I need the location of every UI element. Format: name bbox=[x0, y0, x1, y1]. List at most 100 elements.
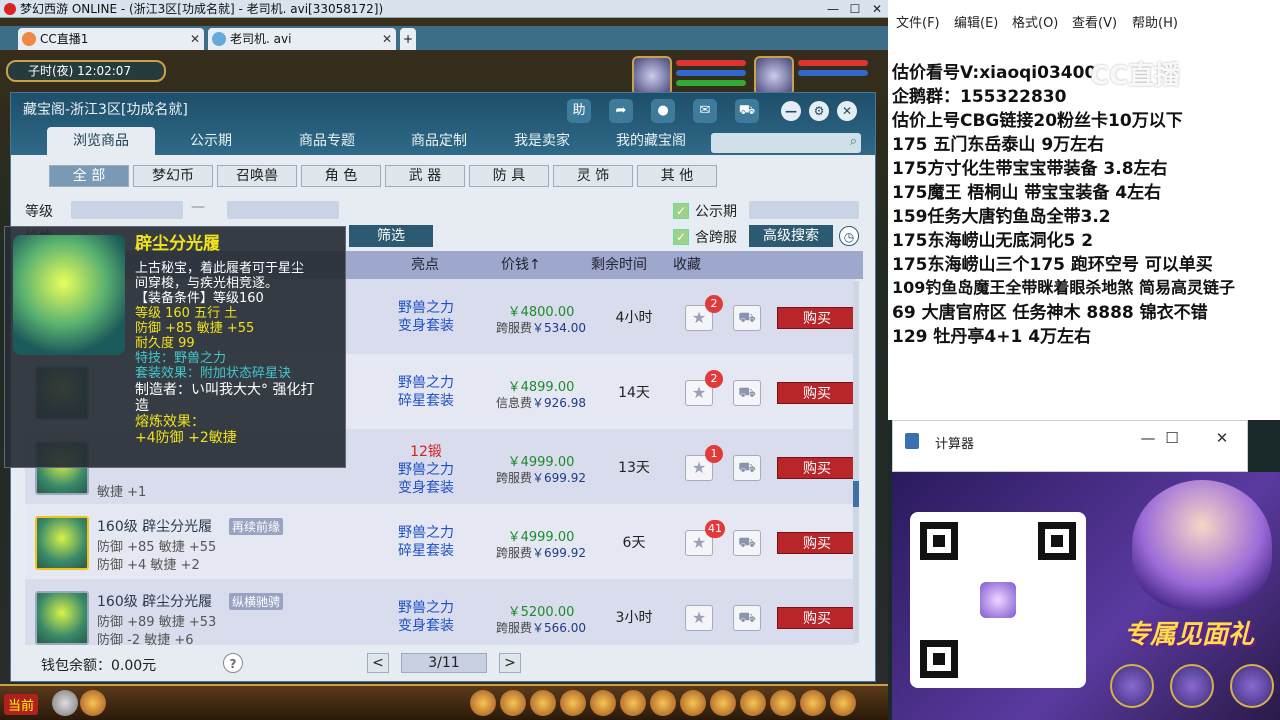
menu-format[interactable]: 格式(O) bbox=[1012, 12, 1058, 31]
trade-icon[interactable] bbox=[560, 690, 586, 716]
record-icon[interactable]: ● bbox=[651, 99, 675, 123]
qr-code[interactable] bbox=[910, 512, 1086, 688]
mall-icon[interactable] bbox=[800, 690, 826, 716]
cart-icon[interactable]: ⛟ bbox=[733, 605, 761, 631]
buy-button[interactable]: 购买 bbox=[777, 382, 857, 404]
level-min-input[interactable] bbox=[71, 201, 183, 219]
promo-button-icon[interactable] bbox=[1230, 664, 1274, 708]
help-button[interactable]: 助 bbox=[567, 99, 591, 123]
emoji-icon[interactable] bbox=[80, 690, 106, 716]
close-icon[interactable]: ✕ bbox=[382, 28, 392, 50]
item-icon[interactable] bbox=[500, 690, 526, 716]
star-icon[interactable]: ★ bbox=[685, 605, 713, 631]
player-avatar[interactable] bbox=[632, 56, 672, 96]
promo-button-icon[interactable] bbox=[1110, 664, 1154, 708]
cart-icon[interactable]: ⛟ bbox=[733, 455, 761, 481]
close-icon[interactable]: ✕ bbox=[866, 1, 888, 17]
microphone-icon[interactable] bbox=[52, 690, 78, 716]
buy-button[interactable]: 购买 bbox=[777, 307, 857, 329]
tab-public[interactable]: 公示期 bbox=[165, 127, 257, 155]
col-favorite[interactable]: 收藏 bbox=[673, 251, 701, 279]
tab-seller[interactable]: 我是卖家 bbox=[497, 127, 587, 155]
filter-button[interactable]: 筛选 bbox=[349, 225, 433, 247]
menu-help[interactable]: 帮助(H) bbox=[1132, 12, 1178, 31]
minimize-icon[interactable]: — bbox=[822, 1, 844, 17]
action-icon[interactable] bbox=[770, 690, 796, 716]
tab-custom[interactable]: 商品定制 bbox=[385, 127, 493, 155]
team-avatars bbox=[632, 56, 882, 96]
category-currency[interactable]: 梦幻币 bbox=[133, 165, 213, 187]
friend-icon[interactable] bbox=[740, 690, 766, 716]
advanced-search-button[interactable]: 高级搜索 bbox=[749, 225, 833, 247]
category-armor[interactable]: 防 具 bbox=[469, 165, 549, 187]
buy-button[interactable]: 购买 bbox=[777, 457, 857, 479]
category-accessory[interactable]: 灵 饰 bbox=[553, 165, 633, 187]
search-input[interactable]: ⌕ bbox=[711, 133, 861, 153]
col-highlight[interactable]: 亮点 bbox=[411, 251, 439, 279]
new-tab-button[interactable]: + bbox=[400, 28, 416, 50]
close-icon[interactable]: ✕ bbox=[837, 101, 857, 121]
category-weapon[interactable]: 武 器 bbox=[385, 165, 465, 187]
table-row[interactable]: 160级 辟尘分光履 纵横驰骋 防御 +89 敏捷 +53 防御 -2 敏捷 +… bbox=[25, 579, 857, 648]
gang-icon[interactable] bbox=[680, 690, 706, 716]
team-icon[interactable] bbox=[590, 690, 616, 716]
wallet-balance: 钱包余额：0.00元 bbox=[41, 658, 157, 674]
item-stats: 防御 +85 敏捷 +55 bbox=[97, 540, 217, 555]
minimize-icon[interactable]: — bbox=[781, 101, 801, 121]
level-max-input[interactable] bbox=[227, 201, 339, 219]
maximize-icon[interactable]: ☐ bbox=[1157, 429, 1187, 447]
table-row[interactable]: 160级 辟尘分光履 再续前缘 防御 +85 敏捷 +55 防御 +4 敏捷 +… bbox=[25, 504, 857, 579]
scrollbar[interactable] bbox=[853, 281, 859, 643]
pet-avatar[interactable] bbox=[754, 56, 794, 96]
quick-icon[interactable] bbox=[710, 690, 736, 716]
pet-icon[interactable] bbox=[620, 690, 646, 716]
tooltip-line: 上古秘宝，着此履者可于星尘 bbox=[135, 261, 305, 276]
tab-cc-live[interactable]: CC直播1 ✕ bbox=[18, 28, 204, 50]
page-indicator[interactable]: 3/11 bbox=[401, 653, 487, 673]
clock-icon[interactable]: ◷ bbox=[839, 226, 859, 246]
category-other[interactable]: 其 他 bbox=[637, 165, 717, 187]
cart-icon[interactable]: ⛟ bbox=[733, 305, 761, 331]
cart-icon[interactable]: ⛟ bbox=[733, 380, 761, 406]
task-icon[interactable] bbox=[650, 690, 676, 716]
menu-file[interactable]: 文件(F) bbox=[896, 12, 940, 31]
col-remaining[interactable]: 剩余时间 bbox=[591, 251, 647, 279]
tab-browse[interactable]: 浏览商品 bbox=[47, 127, 155, 155]
promo-button-icon[interactable] bbox=[1170, 664, 1214, 708]
item-thumbnail[interactable] bbox=[35, 516, 89, 570]
calculator-window: 计算器 — ☐ ✕ bbox=[892, 420, 1248, 472]
chat-icon[interactable]: ✉ bbox=[693, 99, 717, 123]
cart-icon[interactable]: ⛟ bbox=[733, 530, 761, 556]
tab-topics[interactable]: 商品专题 bbox=[273, 127, 381, 155]
public-checkbox[interactable]: ✓ bbox=[673, 203, 689, 219]
close-icon[interactable]: ✕ bbox=[1207, 429, 1237, 447]
system-icon[interactable] bbox=[830, 690, 856, 716]
cross-server-checkbox[interactable]: ✓ bbox=[673, 229, 689, 245]
tab-my-pavilion[interactable]: 我的藏宝阁 bbox=[601, 127, 701, 155]
buy-button[interactable]: 购买 bbox=[777, 607, 857, 629]
scrollbar-thumb[interactable] bbox=[853, 481, 859, 507]
public-select[interactable] bbox=[749, 201, 859, 219]
help-icon[interactable]: ? bbox=[223, 653, 243, 673]
share-icon[interactable]: ➦ bbox=[609, 99, 633, 123]
category-role[interactable]: 角 色 bbox=[301, 165, 381, 187]
col-price[interactable]: 价钱↑ bbox=[501, 251, 541, 279]
menu-edit[interactable]: 编辑(E) bbox=[954, 12, 998, 31]
prev-page-button[interactable]: < bbox=[367, 653, 389, 673]
cart-icon[interactable]: ⛟ bbox=[735, 99, 759, 123]
menu-view[interactable]: 查看(V) bbox=[1072, 12, 1117, 31]
channel-current[interactable]: 当前 bbox=[4, 694, 39, 715]
maximize-icon[interactable]: ☐ bbox=[844, 1, 866, 17]
category-all[interactable]: 全 部 bbox=[49, 165, 129, 187]
item-thumbnail[interactable] bbox=[35, 591, 89, 645]
avatar-icon bbox=[212, 32, 226, 46]
settings-icon[interactable]: ⚙ bbox=[809, 101, 829, 121]
give-icon[interactable] bbox=[530, 690, 556, 716]
next-page-button[interactable]: > bbox=[499, 653, 521, 673]
attack-icon[interactable] bbox=[470, 690, 496, 716]
search-icon[interactable]: ⌕ bbox=[850, 134, 857, 149]
close-icon[interactable]: ✕ bbox=[190, 28, 200, 50]
category-pet[interactable]: 召唤兽 bbox=[217, 165, 297, 187]
tab-game[interactable]: 老司机. avi ✕ bbox=[208, 28, 396, 50]
buy-button[interactable]: 购买 bbox=[777, 532, 857, 554]
